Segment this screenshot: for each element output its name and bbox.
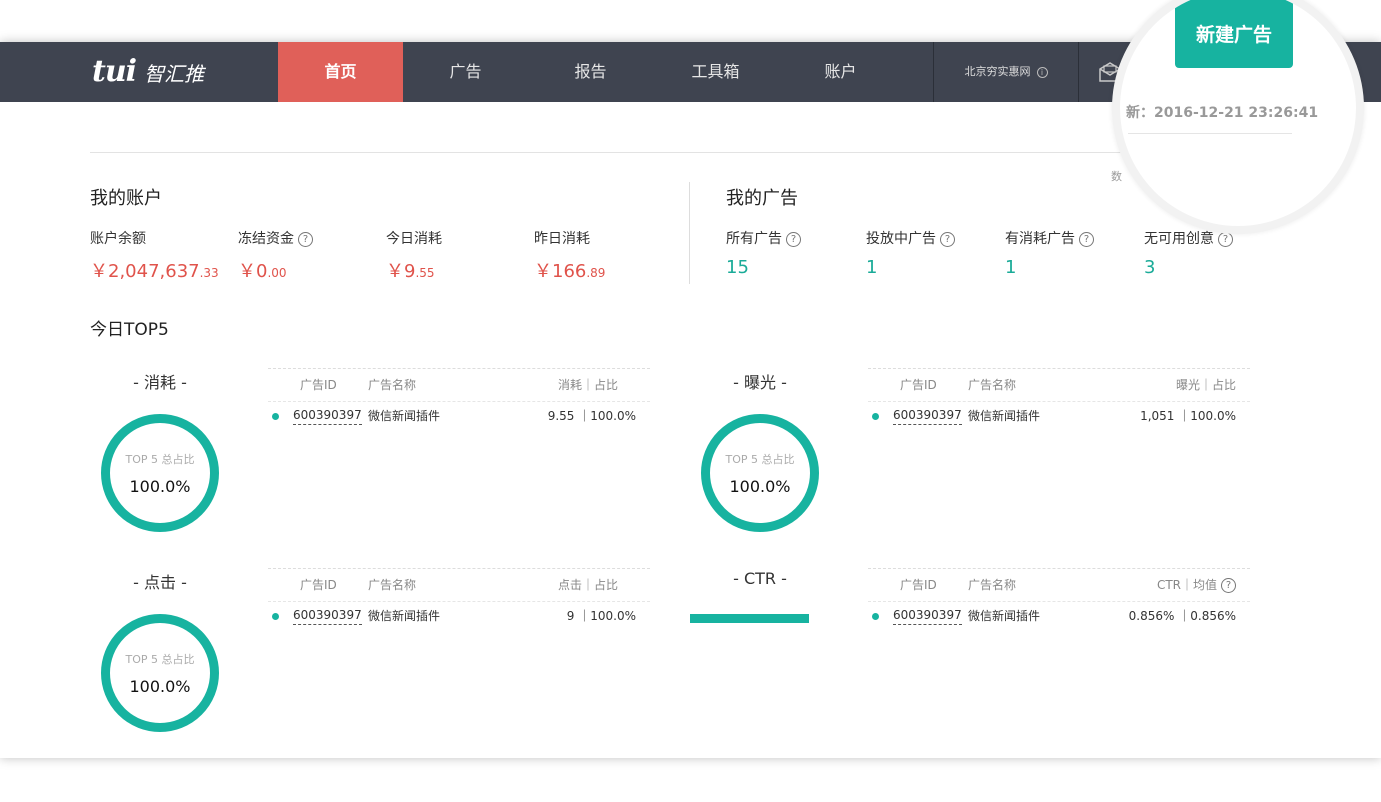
donut-value: 100.0% bbox=[129, 677, 191, 696]
row-metric: 9.55 ｜100.0% bbox=[547, 409, 636, 423]
tab-reports[interactable]: 报告 bbox=[528, 42, 653, 102]
col-metric: CTR｜均值? bbox=[1157, 569, 1236, 602]
row-dot bbox=[872, 413, 879, 420]
tab-toolbox[interactable]: 工具箱 bbox=[653, 42, 778, 102]
logo-mark: tui bbox=[92, 54, 137, 89]
donut-caption: TOP 5 总占比 bbox=[725, 453, 795, 466]
balance-label: 账户余额 bbox=[90, 231, 146, 247]
balance-value: ￥2,047,637.33 bbox=[90, 261, 219, 282]
table-row: 600390397 微信新闻插件 0.856% ｜0.856% bbox=[868, 602, 1250, 630]
table-header: 广告ID 广告名称 消耗｜占比 bbox=[268, 369, 650, 402]
impressions-chart-title: - 曝光 - bbox=[733, 373, 787, 392]
col-ad-name: 广告名称 bbox=[368, 378, 417, 392]
top5-title: 今日TOP5 bbox=[90, 320, 169, 340]
table-header: 广告ID 广告名称 点击｜占比 bbox=[268, 569, 650, 602]
help-icon[interactable]: ? bbox=[298, 232, 313, 247]
ad-name: 微信新闻插件 bbox=[968, 409, 1041, 423]
running-ads-count[interactable]: 1 bbox=[866, 257, 877, 278]
col-ad-id: 广告ID bbox=[900, 578, 937, 592]
section-separator bbox=[689, 182, 690, 284]
no-creative-label: 无可用创意? bbox=[1144, 228, 1233, 248]
donut-caption: TOP 5 总占比 bbox=[125, 653, 195, 666]
spending-ads-label: 有消耗广告? bbox=[1005, 228, 1094, 248]
ad-id-link[interactable]: 600390397 bbox=[293, 406, 362, 425]
magnifier-callout: 新建广告 新：2016-12-21 23:26:41 bbox=[1120, 0, 1356, 226]
all-ads-count[interactable]: 15 bbox=[726, 257, 749, 278]
running-ads-label: 投放中广告? bbox=[866, 228, 955, 248]
new-ad-button[interactable]: 新建广告 bbox=[1175, 0, 1293, 68]
donut-caption: TOP 5 总占比 bbox=[125, 453, 195, 466]
clicks-donut: TOP 5 总占比 100.0% bbox=[101, 614, 219, 732]
clicks-chart-title: - 点击 - bbox=[133, 573, 187, 592]
col-ad-name: 广告名称 bbox=[968, 578, 1017, 592]
row-dot bbox=[272, 413, 279, 420]
table-header: 广告ID 广告名称 曝光｜占比 bbox=[868, 369, 1250, 402]
no-creative-count[interactable]: 3 bbox=[1144, 257, 1155, 278]
ctr-bar bbox=[690, 614, 809, 623]
row-dot bbox=[272, 613, 279, 620]
spend-donut: TOP 5 总占比 100.0% bbox=[101, 414, 219, 532]
col-metric: 曝光｜占比 bbox=[1175, 378, 1236, 392]
ad-id-link[interactable]: 600390397 bbox=[893, 406, 962, 425]
col-ad-id: 广告ID bbox=[300, 378, 337, 392]
help-icon[interactable]: ? bbox=[1079, 232, 1094, 247]
yesterday-spend-label: 昨日消耗 bbox=[534, 231, 590, 247]
last-updated-text: 新：2016-12-21 23:26:41 bbox=[1126, 105, 1319, 121]
callout-divider bbox=[1128, 133, 1292, 134]
table-row: 600390397 微信新闻插件 9 ｜100.0% bbox=[268, 602, 650, 630]
row-metric: 9 ｜100.0% bbox=[566, 609, 636, 623]
col-ad-name: 广告名称 bbox=[368, 578, 417, 592]
help-icon[interactable]: ? bbox=[940, 232, 955, 247]
tab-home[interactable]: 首页 bbox=[278, 42, 403, 102]
col-metric: 点击｜占比 bbox=[557, 578, 618, 592]
table-row: 600390397 微信新闻插件 1,051 ｜100.0% bbox=[868, 402, 1250, 430]
my-account-title: 我的账户 bbox=[90, 188, 162, 209]
col-ad-id: 广告ID bbox=[900, 378, 937, 392]
logo[interactable]: tui 智汇推 bbox=[92, 54, 204, 89]
spend-table: 广告ID 广告名称 消耗｜占比 600390397 微信新闻插件 9.55 ｜1… bbox=[268, 368, 650, 430]
help-icon[interactable]: ? bbox=[786, 232, 801, 247]
today-spend-value: ￥9.55 bbox=[386, 261, 435, 282]
partial-label: 数 bbox=[1111, 170, 1122, 183]
col-metric: 消耗｜占比 bbox=[557, 378, 618, 392]
clicks-table: 广告ID 广告名称 点击｜占比 600390397 微信新闻插件 9 ｜100.… bbox=[268, 568, 650, 630]
help-icon[interactable]: ? bbox=[1221, 578, 1236, 593]
help-icon[interactable]: ? bbox=[1218, 232, 1233, 247]
account-switcher[interactable]: 北京穷实惠网 i bbox=[933, 42, 1079, 102]
donut-value: 100.0% bbox=[729, 477, 791, 496]
ctr-table: 广告ID 广告名称 CTR｜均值? 600390397 微信新闻插件 0.856… bbox=[868, 568, 1250, 630]
col-ad-name: 广告名称 bbox=[968, 378, 1017, 392]
row-metric: 1,051 ｜100.0% bbox=[1140, 409, 1236, 423]
impressions-table: 广告ID 广告名称 曝光｜占比 600390397 微信新闻插件 1,051 ｜… bbox=[868, 368, 1250, 430]
logo-name: 智汇推 bbox=[144, 62, 205, 86]
message-icon[interactable] bbox=[1098, 62, 1122, 82]
ad-id-link[interactable]: 600390397 bbox=[293, 606, 362, 625]
header-divider bbox=[90, 152, 1290, 153]
row-dot bbox=[872, 613, 879, 620]
frozen-label: 冻结资金? bbox=[238, 228, 313, 248]
spend-chart-title: - 消耗 - bbox=[133, 373, 187, 392]
account-name: 北京穷实惠网 bbox=[964, 65, 1031, 78]
col-ad-id: 广告ID bbox=[300, 578, 337, 592]
yesterday-spend-value: ￥166.89 bbox=[534, 261, 606, 282]
ad-name: 微信新闻插件 bbox=[368, 609, 441, 623]
my-ads-title: 我的广告 bbox=[726, 188, 798, 209]
tab-account[interactable]: 账户 bbox=[778, 42, 903, 102]
ad-name: 微信新闻插件 bbox=[368, 409, 441, 423]
table-row: 600390397 微信新闻插件 9.55 ｜100.0% bbox=[268, 402, 650, 430]
donut-value: 100.0% bbox=[129, 477, 191, 496]
ad-name: 微信新闻插件 bbox=[968, 609, 1041, 623]
all-ads-label: 所有广告? bbox=[726, 228, 801, 248]
frozen-value: ￥0.00 bbox=[238, 261, 287, 282]
impressions-donut: TOP 5 总占比 100.0% bbox=[701, 414, 819, 532]
today-spend-label: 今日消耗 bbox=[386, 231, 442, 247]
ctr-chart-title: - CTR - bbox=[733, 569, 787, 588]
info-icon: i bbox=[1036, 66, 1048, 78]
tab-ads[interactable]: 广告 bbox=[403, 42, 528, 102]
ad-id-link[interactable]: 600390397 bbox=[893, 606, 962, 625]
row-metric: 0.856% ｜0.856% bbox=[1128, 609, 1236, 623]
spending-ads-count[interactable]: 1 bbox=[1005, 257, 1016, 278]
table-header: 广告ID 广告名称 CTR｜均值? bbox=[868, 569, 1250, 602]
